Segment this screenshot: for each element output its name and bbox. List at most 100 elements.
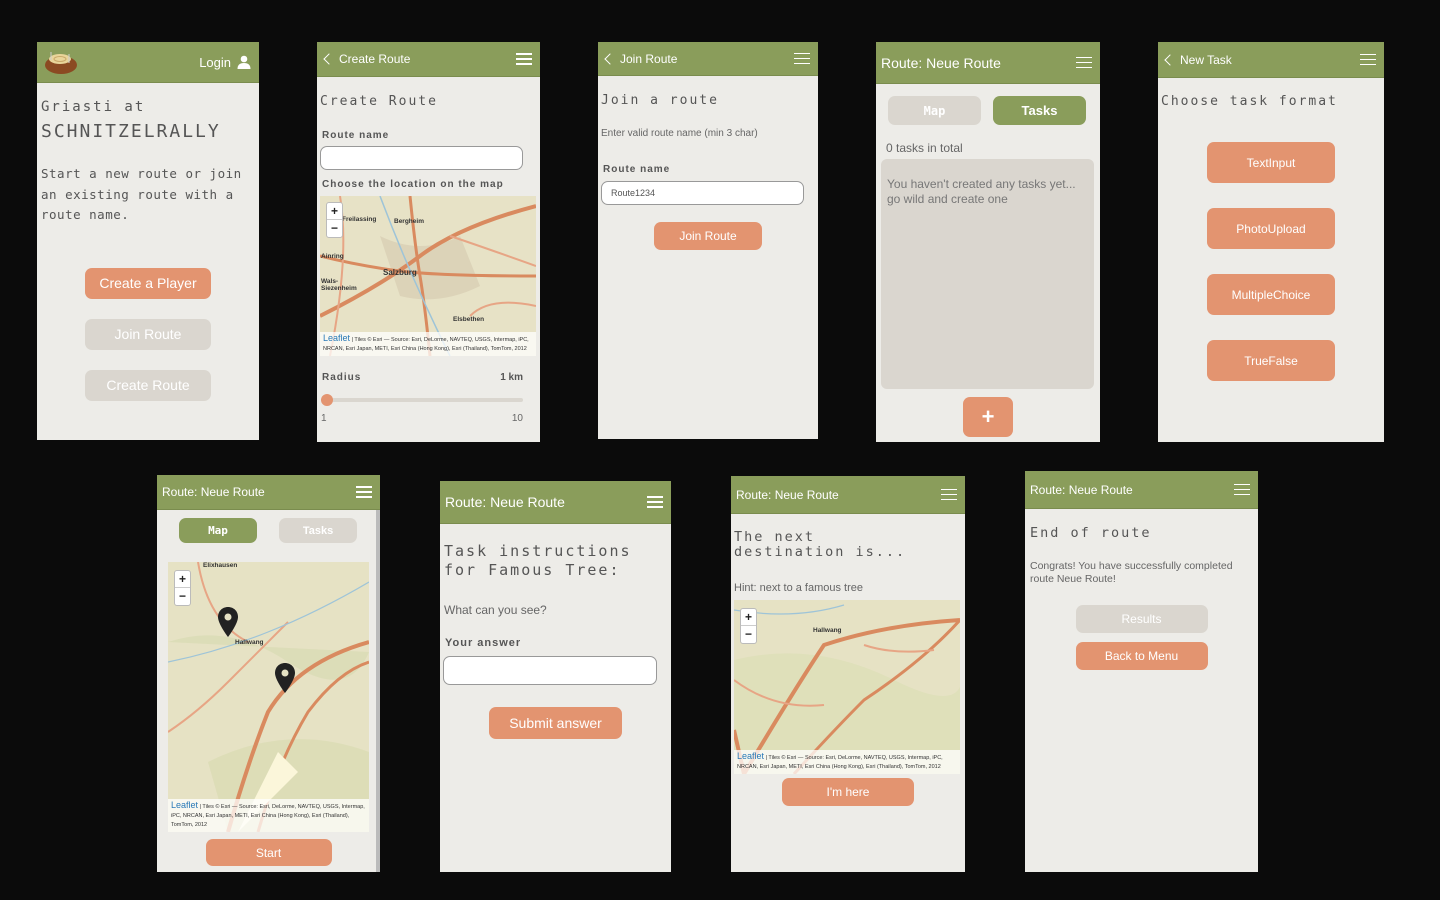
start-button[interactable]: Start	[205, 839, 332, 866]
back-icon[interactable]	[1164, 53, 1176, 66]
map-place-label: Hallwang	[235, 639, 264, 646]
map-place-label: Bergheim	[394, 218, 424, 225]
join-route-button[interactable]: Join Route	[85, 318, 211, 350]
format-photoupload-button[interactable]: PhotoUpload	[1207, 208, 1335, 249]
zoom-in-button[interactable]: +	[741, 609, 756, 626]
route-name-input[interactable]	[601, 181, 804, 205]
map-zoom-control: + −	[740, 608, 757, 644]
login-button[interactable]: Login	[199, 55, 251, 70]
menu-icon[interactable]	[794, 52, 810, 65]
map-zoom-control: + −	[174, 570, 191, 606]
map-place-label: Elsbethen	[453, 316, 485, 323]
format-textinput-button[interactable]: TextInput	[1207, 142, 1335, 183]
task-question: What can you see?	[444, 603, 547, 617]
page-heading: The next destination is...	[734, 529, 907, 560]
user-icon	[237, 55, 251, 69]
tab-map[interactable]: Map	[888, 96, 981, 125]
radius-value: 1 km	[500, 372, 523, 383]
app-header: Route: Neue Route	[1025, 471, 1258, 509]
screen-join-route: Join Route Join a route Enter valid rout…	[598, 42, 818, 439]
back-icon[interactable]	[323, 53, 335, 65]
radius-max: 10	[511, 413, 523, 424]
header-title: Route: Neue Route	[445, 494, 565, 510]
header-title: Route: Neue Route	[162, 485, 265, 499]
app-header: Route: Neue Route	[157, 475, 380, 510]
leaflet-link[interactable]: Leaflet	[323, 333, 350, 343]
menu-icon[interactable]	[647, 496, 663, 508]
join-route-button[interactable]: Join Route	[654, 222, 762, 250]
answer-label: Your answer	[445, 637, 522, 649]
tab-tasks[interactable]: Tasks	[993, 96, 1086, 125]
scrollbar[interactable]	[376, 510, 380, 872]
radius-slider[interactable]	[321, 393, 523, 407]
map-place-label: Elixhausen	[203, 562, 238, 569]
destination-hint: Hint: next to a famous tree	[734, 582, 864, 594]
zoom-in-button[interactable]: +	[327, 203, 342, 220]
plus-icon: +	[981, 404, 995, 429]
logo-icon[interactable]	[42, 48, 80, 76]
add-task-button[interactable]: +	[963, 397, 1013, 437]
menu-icon[interactable]	[941, 488, 957, 501]
map-attribution: Leaflet | Tiles © Esri — Source: Esri, D…	[168, 799, 369, 832]
submit-answer-button[interactable]: Submit answer	[489, 707, 622, 739]
app-header: Join Route	[598, 42, 818, 76]
slider-track	[321, 398, 523, 402]
menu-icon[interactable]	[1234, 483, 1250, 496]
app-header: Route: Neue Route	[876, 42, 1100, 84]
header-title: Create Route	[339, 52, 411, 66]
map-marker-icon[interactable]	[218, 607, 238, 637]
format-multiplechoice-button[interactable]: MultipleChoice	[1207, 274, 1335, 315]
leaflet-link[interactable]: Leaflet	[737, 751, 764, 761]
route-name-label: Route name	[322, 130, 390, 141]
page-heading: Choose task format	[1161, 94, 1338, 109]
welcome-heading-1: Griasti at	[41, 99, 146, 115]
slider-thumb[interactable]	[321, 394, 333, 406]
app-header: Route: Neue Route	[731, 476, 965, 514]
back-to-menu-button[interactable]: Back to Menu	[1075, 642, 1208, 670]
page-heading: Create Route	[320, 94, 438, 109]
completion-message: Congrats! You have successfully complete…	[1030, 560, 1233, 585]
header-title: New Task	[1180, 52, 1232, 67]
screen-route-tasks: Route: Neue Route Map Tasks 0 tasks in t…	[876, 42, 1100, 442]
route-map[interactable]: Elixhausen Hallwang + − Leaflet | Tiles ©…	[168, 562, 369, 832]
map-place-label: Ainring	[321, 253, 344, 260]
back-icon[interactable]	[604, 52, 616, 65]
zoom-out-button[interactable]: −	[327, 220, 342, 237]
login-label: Login	[199, 54, 231, 70]
radius-scale: 1 10	[317, 407, 540, 424]
map-tiles	[734, 600, 960, 774]
screen-next-destination: Route: Neue Route The next destination i…	[731, 476, 965, 872]
leaflet-link[interactable]: Leaflet	[171, 800, 198, 810]
menu-icon[interactable]	[1360, 53, 1376, 66]
screen-route-map: Route: Neue Route Map Tasks Elixhausen H…	[157, 475, 380, 872]
zoom-out-button[interactable]: −	[741, 626, 756, 643]
results-button[interactable]: Results	[1075, 605, 1208, 633]
answer-input[interactable]	[443, 656, 657, 685]
screen-new-task: New Task Choose task format TextInput Ph…	[1158, 42, 1384, 442]
format-truefalse-button[interactable]: TrueFalse	[1207, 340, 1335, 381]
menu-icon[interactable]	[356, 486, 372, 498]
map-place-label: Wals-Siezenheim	[321, 278, 357, 292]
route-name-label: Route name	[603, 164, 671, 175]
task-list-empty: You haven't created any tasks yet... go …	[881, 159, 1094, 389]
location-map[interactable]: Freilassing Bergheim Ainring Salzburg Wa…	[320, 196, 536, 356]
destination-map[interactable]: Hallwang + − Leaflet | Tiles © Esri — Sou…	[734, 600, 960, 774]
menu-icon[interactable]	[516, 53, 532, 65]
task-count: 0 tasks in total	[886, 141, 963, 155]
menu-icon[interactable]	[1076, 56, 1092, 69]
welcome-description: Start a new route or join an existing ro…	[41, 166, 242, 222]
app-header: Route: Neue Route	[440, 481, 671, 524]
header-title: Join Route	[620, 51, 678, 66]
map-marker-icon[interactable]	[275, 663, 295, 693]
page-heading: Join a route	[601, 93, 719, 108]
zoom-out-button[interactable]: −	[175, 588, 190, 605]
create-player-button[interactable]: Create a Player	[85, 267, 211, 299]
map-attribution: Leaflet | Tiles © Esri — Source: Esri, D…	[320, 332, 536, 356]
im-here-button[interactable]: I'm here	[782, 778, 914, 806]
create-route-button[interactable]: Create Route	[85, 369, 211, 401]
route-name-input[interactable]	[320, 146, 523, 170]
tab-map[interactable]: Map	[179, 518, 257, 543]
zoom-in-button[interactable]: +	[175, 571, 190, 588]
screen-task-instructions: Route: Neue Route Task instructions for …	[440, 481, 671, 872]
tab-tasks[interactable]: Tasks	[279, 518, 357, 543]
